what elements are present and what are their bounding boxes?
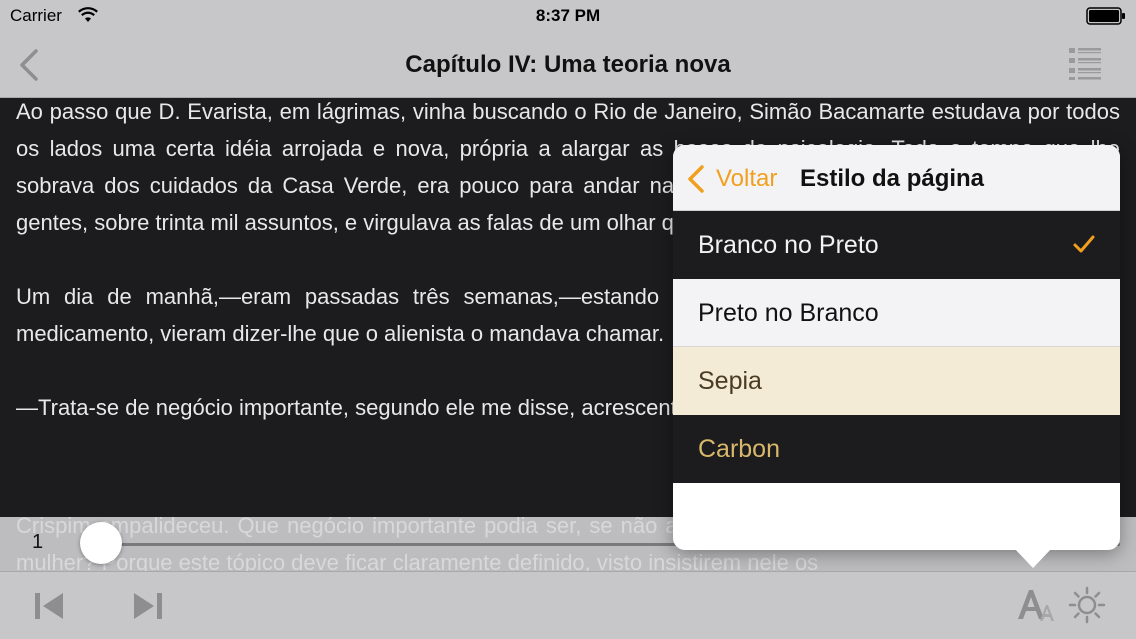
popover-arrow bbox=[1014, 548, 1052, 568]
page-slider-thumb[interactable] bbox=[80, 522, 122, 564]
style-option-sepia[interactable]: Sepia bbox=[673, 347, 1120, 415]
skip-next-icon[interactable] bbox=[132, 591, 164, 621]
checkmark-icon bbox=[1073, 235, 1095, 253]
style-option-preto-no-branco[interactable]: Preto no Branco bbox=[673, 279, 1120, 347]
popover-header: Voltar Estilo da página bbox=[673, 145, 1120, 211]
style-option-label: Sepia bbox=[698, 367, 762, 395]
style-option-label: Carbon bbox=[698, 435, 780, 463]
skip-previous-icon[interactable] bbox=[33, 591, 65, 621]
brightness-icon[interactable] bbox=[1068, 586, 1106, 624]
style-option-label: Branco no Preto bbox=[698, 231, 879, 259]
bottom-toolbar bbox=[0, 571, 1136, 639]
style-option-branco-no-preto[interactable]: Branco no Preto bbox=[673, 211, 1120, 279]
battery-icon bbox=[1086, 7, 1125, 25]
popover-title: Estilo da página bbox=[800, 165, 985, 192]
style-option-label: Preto no Branco bbox=[698, 299, 879, 327]
navigation-bar: Carrier 8:37 PM Capítulo IV: Uma teoria … bbox=[0, 0, 1136, 98]
chapter-title: Capítulo IV: Uma teoria nova bbox=[405, 51, 731, 78]
chevron-left-icon[interactable] bbox=[685, 164, 707, 194]
back-button[interactable]: Voltar bbox=[716, 165, 777, 193]
font-size-icon[interactable] bbox=[1016, 587, 1056, 623]
status-time: 8:37 PM bbox=[535, 6, 601, 25]
page-number: 1 bbox=[32, 531, 44, 553]
style-option-carbon[interactable]: Carbon bbox=[673, 415, 1120, 483]
list-icon[interactable] bbox=[1067, 45, 1103, 81]
page-style-popover: Voltar Estilo da página Branco no Preto … bbox=[673, 145, 1120, 550]
